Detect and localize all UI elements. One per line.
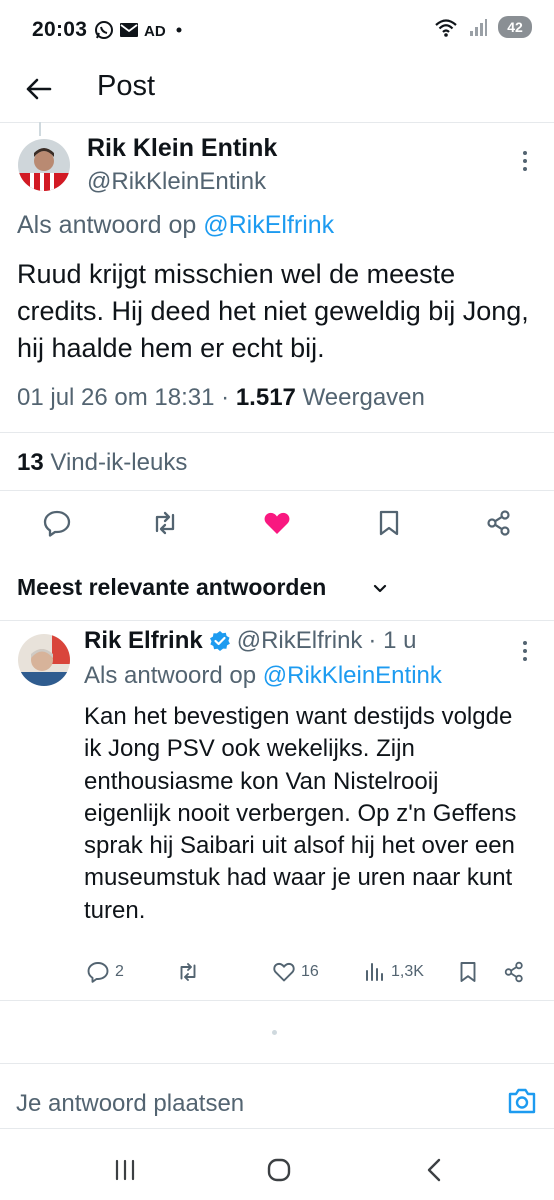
meta-divider [0,432,554,433]
likes-count: 13 [17,449,44,476]
verified-badge-icon [209,630,231,652]
system-back-icon[interactable] [418,1155,452,1185]
battery-indicator: 42 [498,16,532,38]
mail-icon [119,21,139,39]
reply-share-button[interactable] [502,960,526,984]
reply-age[interactable]: · 1 u [368,627,416,655]
reply-header: Rik Elfrink @RikElfrink · 1 u [84,627,416,655]
share-icon[interactable] [484,508,514,538]
sort-divider [0,620,554,621]
like-heart-icon[interactable] [262,508,292,538]
composer-bottom-divider [0,1128,554,1129]
reply-more-options-icon[interactable] [516,636,534,666]
whatsapp-icon [94,20,114,40]
views-chart-icon [364,960,386,984]
signal-icon [468,17,488,37]
camera-icon[interactable] [506,1086,538,1116]
reply-divider [0,1000,554,1001]
reply-count: 2 [115,963,124,980]
views-count: 1,3K [391,963,424,980]
like-count: 16 [301,963,319,980]
reply-to-line: Als antwoord op @RikElfrink [17,211,334,240]
likes-summary[interactable]: 13 Vind-ik-leuks [17,449,187,477]
reply-reply-to-line: Als antwoord op @RikKleinEntink [84,662,442,690]
reply-to-handle-link[interactable]: @RikElfrink [203,211,334,239]
reply-author-name[interactable]: Rik Elfrink [84,627,203,655]
svg-text:AD: AD [144,23,166,39]
reply-composer-input[interactable] [16,1087,486,1121]
header-divider [0,122,554,123]
wifi-icon [434,16,458,38]
composer-top-divider [0,1063,554,1064]
thread-dot-separator [272,1030,277,1035]
status-system-icons: 42 [434,16,532,38]
back-arrow-icon[interactable] [22,72,56,106]
home-icon[interactable] [262,1155,296,1185]
likes-label: Vind-ik-leuks [50,449,188,476]
post-timestamp[interactable]: 01 jul 26 om 18:31 [17,384,214,411]
views-label: Weergaven [302,384,425,411]
bookmark-icon [456,960,480,984]
reply-icon [86,960,110,984]
more-options-icon[interactable] [516,146,534,176]
post-text: Ruud krijgt misschien wel de meeste cred… [17,259,529,363]
thread-connector-line [39,122,41,136]
sort-replies-dropdown[interactable]: Meest relevante antwoorden [17,574,326,601]
reply-to-prefix: Als antwoord op [17,211,197,239]
reply-reply-to-prefix: Als antwoord op [84,662,257,689]
meta-separator: · [221,384,230,411]
status-notification-icons: AD [94,20,185,40]
bookmark-icon[interactable] [374,508,404,538]
page-title: Post [97,70,156,102]
author-handle[interactable]: @RikKleinEntink [87,168,266,196]
avatar[interactable] [18,139,70,191]
heart-icon [272,960,296,984]
views-count: 1.517 [235,384,296,411]
likes-divider [0,490,554,491]
reply-avatar[interactable] [18,634,70,686]
repost-icon [176,960,200,984]
reply-repost-button[interactable] [176,960,205,984]
dot-icon [173,21,185,39]
recent-apps-icon[interactable] [108,1155,142,1185]
reply-like-button[interactable]: 16 [272,960,319,984]
author-name[interactable]: Rik Klein Entink [87,134,277,163]
reply-author-handle[interactable]: @RikElfrink [237,627,363,655]
reply-reply-button[interactable]: 2 [86,960,124,984]
repost-icon[interactable] [150,508,180,538]
reply-reply-to-handle-link[interactable]: @RikKleinEntink [263,662,442,689]
reply-icon[interactable] [42,508,72,538]
status-time: 20:03 [32,18,88,41]
share-icon [502,960,526,984]
reply-bookmark-button[interactable] [456,960,480,984]
ad-icon: AD [144,21,168,39]
reply-views-button[interactable]: 1,3K [364,960,424,984]
chevron-down-icon[interactable] [370,578,390,598]
reply-text: Kan het bevestigen want destijds volgde … [84,703,517,924]
post-meta: 01 jul 26 om 18:31 · 1.517 Weergaven [17,384,425,412]
